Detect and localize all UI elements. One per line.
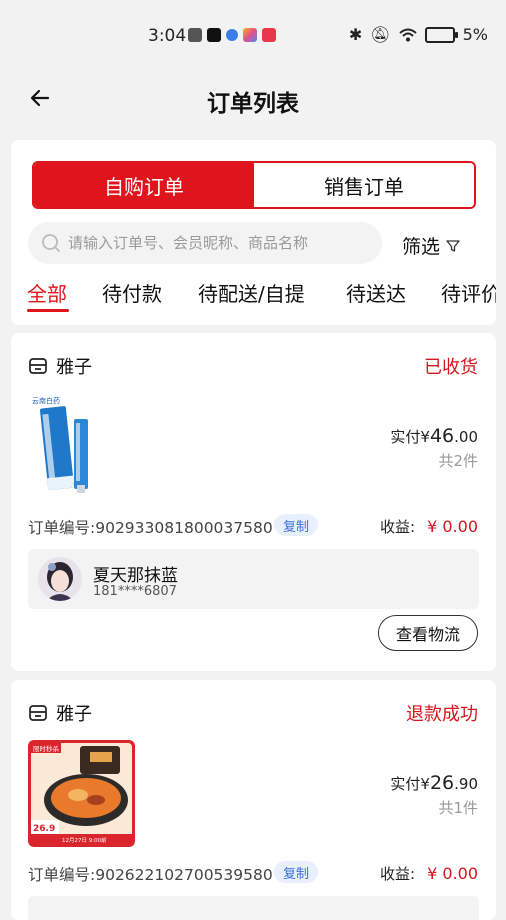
segment-self-orders[interactable]: 自购订单: [34, 163, 254, 207]
order-number: 订单编号:902933081800037580: [28, 519, 273, 537]
battery-icon: [424, 26, 458, 43]
segment-sales-orders[interactable]: 销售订单: [254, 163, 474, 207]
paid-prefix: 实付¥: [390, 775, 430, 793]
paid-decimal: .00: [454, 428, 478, 446]
battery-level: 5%: [462, 25, 488, 44]
filter-card: 自购订单 销售订单 筛选 全部 待付款 待配送/自提 待送达 待评价: [11, 140, 496, 325]
nav-bar: 订单列表: [0, 72, 506, 128]
status-tabs: 全部 待付款 待配送/自提 待送达 待评价: [11, 273, 496, 325]
earnings-amount: ¥ 0.00: [427, 517, 478, 536]
page-title: 订单列表: [207, 91, 299, 117]
filter-button[interactable]: 筛选: [402, 232, 460, 259]
earnings: 收益: ¥ 0.00: [380, 516, 478, 537]
tab-all[interactable]: 全部: [27, 278, 67, 307]
member-phone: 181****6807: [93, 584, 177, 599]
member-name: 夏天那抹蓝: [93, 566, 178, 586]
item-count: 共1件: [438, 799, 478, 817]
tab-pending-review[interactable]: 待评价: [441, 278, 496, 307]
earnings: 收益: ¥ 0.00: [380, 863, 478, 884]
bluetooth-icon: ✱: [348, 25, 363, 44]
copy-order-number-button[interactable]: 复制: [274, 861, 318, 883]
wifi-icon: [398, 28, 417, 41]
order-card[interactable]: 雅子 退款成功 限时秒杀 26.9 12月27日 9:00前 实付¥26.90 …: [11, 680, 496, 920]
svg-text:云南白药: 云南白药: [32, 396, 60, 405]
order-number: 订单编号:902622102700539580: [28, 866, 273, 884]
paid-decimal: .90: [454, 775, 478, 793]
order-status: 退款成功: [406, 704, 478, 725]
earnings-label: 收益:: [380, 518, 416, 536]
paid-amount: 实付¥46.00: [390, 425, 478, 447]
status-right: ✱ 🔕︎ 5%: [349, 25, 488, 44]
red-app-icon: [262, 28, 276, 42]
avatar: [38, 557, 82, 601]
store-icon: [29, 705, 47, 721]
funnel-icon: [446, 239, 460, 252]
shop-header: 雅子: [28, 700, 92, 726]
item-count: 共2件: [438, 452, 478, 470]
search-icon: [42, 234, 60, 252]
multicolor-app-icon: [243, 28, 257, 42]
search-input[interactable]: [66, 233, 370, 253]
browser-icon: [226, 29, 238, 41]
mute-icon: 🔕︎: [370, 25, 391, 44]
earnings-amount: ¥ 0.00: [427, 864, 478, 883]
copy-order-number-button[interactable]: 复制: [274, 514, 318, 536]
member-info[interactable]: 夏天那抹蓝 181****6807: [28, 549, 479, 609]
notification-app-icon: [188, 28, 202, 42]
tab-pending-arrival[interactable]: 待送达: [346, 278, 406, 307]
thumb-price-text: 26.9: [33, 824, 55, 834]
status-time: 3:04: [148, 26, 187, 46]
tiktok-icon: [207, 28, 221, 42]
notification-icons: [188, 28, 276, 42]
earnings-label: 收益:: [380, 865, 416, 883]
search-box[interactable]: [28, 222, 382, 264]
shop-name: 雅子: [56, 357, 92, 378]
tab-pending-delivery[interactable]: 待配送/自提: [198, 278, 305, 307]
view-logistics-button[interactable]: 查看物流: [378, 615, 478, 651]
filter-label: 筛选: [402, 236, 441, 258]
shop-name: 雅子: [56, 704, 92, 725]
active-tab-indicator: [27, 309, 69, 312]
paid-amount: 实付¥26.90: [390, 772, 478, 794]
tab-pending-payment[interactable]: 待付款: [102, 278, 162, 307]
shop-header: 雅子: [28, 353, 92, 379]
thumb-date-text: 12月27日 9:00前: [62, 836, 107, 844]
status-bar: 3:04 ✱ 🔕︎ 5%: [0, 0, 506, 72]
order-status: 已收货: [424, 357, 478, 378]
thumb-badge-text: 限时秒杀: [33, 744, 60, 753]
store-icon: [29, 358, 47, 374]
paid-integer: 46: [429, 425, 455, 447]
paid-integer: 26: [429, 772, 455, 794]
paid-prefix: 实付¥: [390, 428, 430, 446]
product-thumbnail-toothpaste[interactable]: 云南白药: [28, 393, 135, 500]
order-card[interactable]: 雅子 已收货 云南白药 实付¥46.00 共2件 订单编号:9029330818…: [11, 333, 496, 671]
order-type-segmented-control: 自购订单 销售订单: [32, 161, 476, 209]
product-thumbnail-hotpot[interactable]: 限时秒杀 26.9 12月27日 9:00前: [28, 740, 135, 847]
